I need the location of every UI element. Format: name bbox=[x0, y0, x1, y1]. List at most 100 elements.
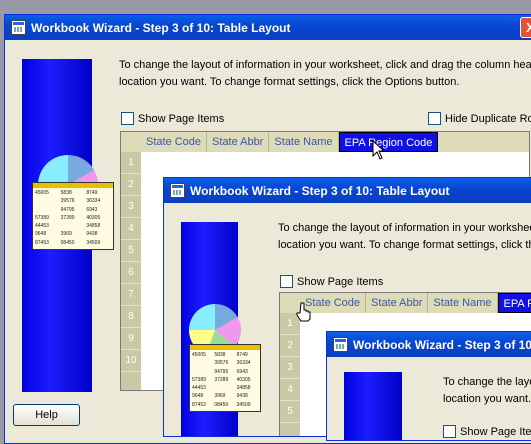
checkbox-box[interactable] bbox=[121, 112, 134, 125]
thumbnail-cell: 08450 bbox=[214, 401, 229, 408]
wizard-app-icon bbox=[11, 20, 26, 35]
row-header: 3 bbox=[121, 196, 141, 218]
row-header: 10 bbox=[121, 350, 141, 372]
checkbox-label: Show Page Items bbox=[138, 112, 225, 125]
thumbnail-grid: 45005 5838 8749 39576 36334 94795 6943 57389 372… bbox=[33, 188, 113, 249]
checkbox-label: Hide Duplicate Rows bbox=[445, 112, 531, 125]
thumbnail-cell: 40305 bbox=[86, 214, 101, 221]
thumbnail-cell bbox=[214, 385, 235, 392]
wizard-window-3: Workbook Wizard - Step 3 of 10: Table To… bbox=[326, 331, 531, 441]
show-page-items-checkbox[interactable]: Show Page Items bbox=[280, 275, 383, 288]
spreadsheet-thumbnail: 45005 5838 8749 39576 36334 94795 6943 57389 372… bbox=[32, 182, 114, 250]
checkbox-label: Show Page Items bbox=[297, 275, 384, 288]
column-header-state-code[interactable]: State Code bbox=[141, 132, 208, 152]
thumbnail-cell bbox=[35, 207, 60, 214]
row-header: 4 bbox=[121, 218, 141, 240]
thumbnail-grid: 45005 5838 8749 39576 36334 94795 6943 57389 372… bbox=[190, 350, 260, 411]
instruction-line-2: location you want. To bbox=[443, 393, 531, 405]
thumbnail-cell: 9648 bbox=[192, 393, 204, 400]
thumbnail-cell: 8749 bbox=[236, 352, 248, 358]
thumbnail-cell: 3969 bbox=[60, 231, 72, 238]
instruction-line-2: location you want. To change format sett… bbox=[119, 76, 460, 88]
spreadsheet-thumbnail: 45005 5838 8749 39576 36334 94795 6943 57389 372… bbox=[189, 344, 261, 412]
thumbnail-cell: 34858 bbox=[86, 223, 101, 230]
thumbnail-cell: 87453 bbox=[192, 401, 206, 408]
column-header-state-abbr[interactable]: State Abbr bbox=[366, 293, 429, 313]
row-header: 3 bbox=[280, 357, 300, 379]
thumbnail-cell bbox=[61, 223, 86, 230]
hide-duplicate-rows-checkbox[interactable]: Hide Duplicate Rows bbox=[428, 112, 531, 125]
thumbnail-cell: 44453 bbox=[192, 385, 206, 392]
row-header: 2 bbox=[121, 174, 141, 196]
thumbnail-cell: 40305 bbox=[236, 376, 251, 383]
thumbnail-cell: 9438 bbox=[236, 393, 248, 400]
thumbnail-cell: 36334 bbox=[86, 198, 101, 205]
row-headers: 1 2 3 4 5 6 7 8 9 10 bbox=[121, 152, 141, 390]
show-page-items-checkbox[interactable]: Show Page Items bbox=[121, 112, 224, 125]
side-panel bbox=[344, 372, 402, 440]
column-header-epa-region-code[interactable]: EPA Region Code bbox=[338, 132, 439, 152]
thumbnail-cell: 9648 bbox=[35, 231, 47, 238]
show-page-items-checkbox[interactable]: Show Page Items bbox=[443, 425, 531, 438]
column-header-state-name[interactable]: State Name bbox=[428, 293, 498, 313]
window-title: Workbook Wizard - Step 3 of 10: Table La… bbox=[190, 183, 450, 198]
thumbnail-cell: 87453 bbox=[35, 239, 49, 246]
thumbnail-cell: 5838 bbox=[60, 190, 72, 196]
title-bar[interactable]: Workbook Wizard - Step 3 of 10: Table La… bbox=[164, 178, 531, 203]
thumbnail-cell bbox=[35, 198, 60, 205]
close-button[interactable]: X bbox=[520, 17, 531, 38]
instruction-line-2: location you want. To change format sett… bbox=[278, 239, 531, 251]
thumbnail-cell: 39576 bbox=[60, 198, 75, 205]
checkbox-box[interactable] bbox=[280, 275, 293, 288]
arrow-cursor-icon bbox=[372, 140, 386, 160]
thumbnail-cell: 5838 bbox=[214, 352, 226, 358]
wizard-app-icon bbox=[333, 337, 348, 352]
thumbnail-cell: 37289 bbox=[214, 376, 229, 383]
checkbox-box[interactable] bbox=[443, 425, 456, 438]
thumbnail-cell: 45005 bbox=[192, 352, 206, 358]
thumbnail-cell: 37289 bbox=[60, 214, 75, 221]
row-header: 6 bbox=[121, 262, 141, 284]
help-button[interactable]: Help bbox=[13, 404, 80, 426]
column-header-epa-region-code[interactable]: EPA Region Code bbox=[497, 293, 531, 313]
wizard-app-icon bbox=[170, 183, 185, 198]
thumbnail-cell: 3969 bbox=[214, 393, 226, 400]
checkbox-box[interactable] bbox=[428, 112, 441, 125]
instruction-line-1: To change the layout of information in y… bbox=[278, 222, 531, 234]
row-header: 7 bbox=[121, 284, 141, 306]
thumbnail-cell: 94795 bbox=[60, 206, 75, 213]
row-header: 8 bbox=[121, 306, 141, 328]
thumbnail-cell bbox=[192, 369, 213, 376]
instruction-line-1: To change the layout bbox=[443, 376, 531, 388]
row-headers: 1 2 3 4 5 bbox=[280, 313, 300, 436]
thumbnail-cell: 6943 bbox=[86, 206, 98, 213]
row-header: 1 bbox=[121, 152, 141, 174]
column-header-state-abbr[interactable]: State Abbr bbox=[207, 132, 270, 152]
grid-corner bbox=[121, 132, 141, 152]
checkbox-label: Show Page Items bbox=[460, 425, 531, 438]
thumbnail-cell: 57389 bbox=[35, 214, 49, 221]
thumbnail-cell: 34509 bbox=[86, 239, 101, 246]
thumbnail-cell: 8749 bbox=[86, 190, 98, 196]
window-title: Workbook Wizard - Step 3 of 10: Table La… bbox=[31, 20, 291, 35]
row-header: 2 bbox=[280, 335, 300, 357]
thumbnail-cell: 36334 bbox=[236, 360, 251, 367]
thumbnail-cell: 9438 bbox=[86, 231, 98, 238]
column-header-row: State Code State Abbr State Name EPA Reg… bbox=[121, 132, 529, 152]
thumbnail-cell: 57389 bbox=[192, 376, 206, 383]
row-header: 4 bbox=[280, 379, 300, 401]
thumbnail-cell: 94795 bbox=[214, 368, 229, 375]
window-title: Workbook Wizard - Step 3 of 10: Table bbox=[353, 337, 531, 352]
title-bar[interactable]: Workbook Wizard - Step 3 of 10: Table La… bbox=[5, 15, 531, 40]
thumbnail-cell: 6943 bbox=[236, 368, 248, 375]
title-bar[interactable]: Workbook Wizard - Step 3 of 10: Table bbox=[327, 332, 531, 357]
row-header: 9 bbox=[121, 328, 141, 350]
thumbnail-cell: 08450 bbox=[60, 239, 75, 246]
row-header: 5 bbox=[280, 401, 300, 423]
thumbnail-cell: 44453 bbox=[35, 223, 49, 230]
side-panel: 45005 5838 8749 39576 36334 94795 6943 57389 372… bbox=[181, 222, 261, 436]
thumbnail-cell bbox=[192, 360, 213, 367]
column-header-state-name[interactable]: State Name bbox=[269, 132, 339, 152]
thumbnail-cell: 45005 bbox=[35, 190, 49, 196]
thumbnail-cell: 34509 bbox=[236, 401, 251, 408]
